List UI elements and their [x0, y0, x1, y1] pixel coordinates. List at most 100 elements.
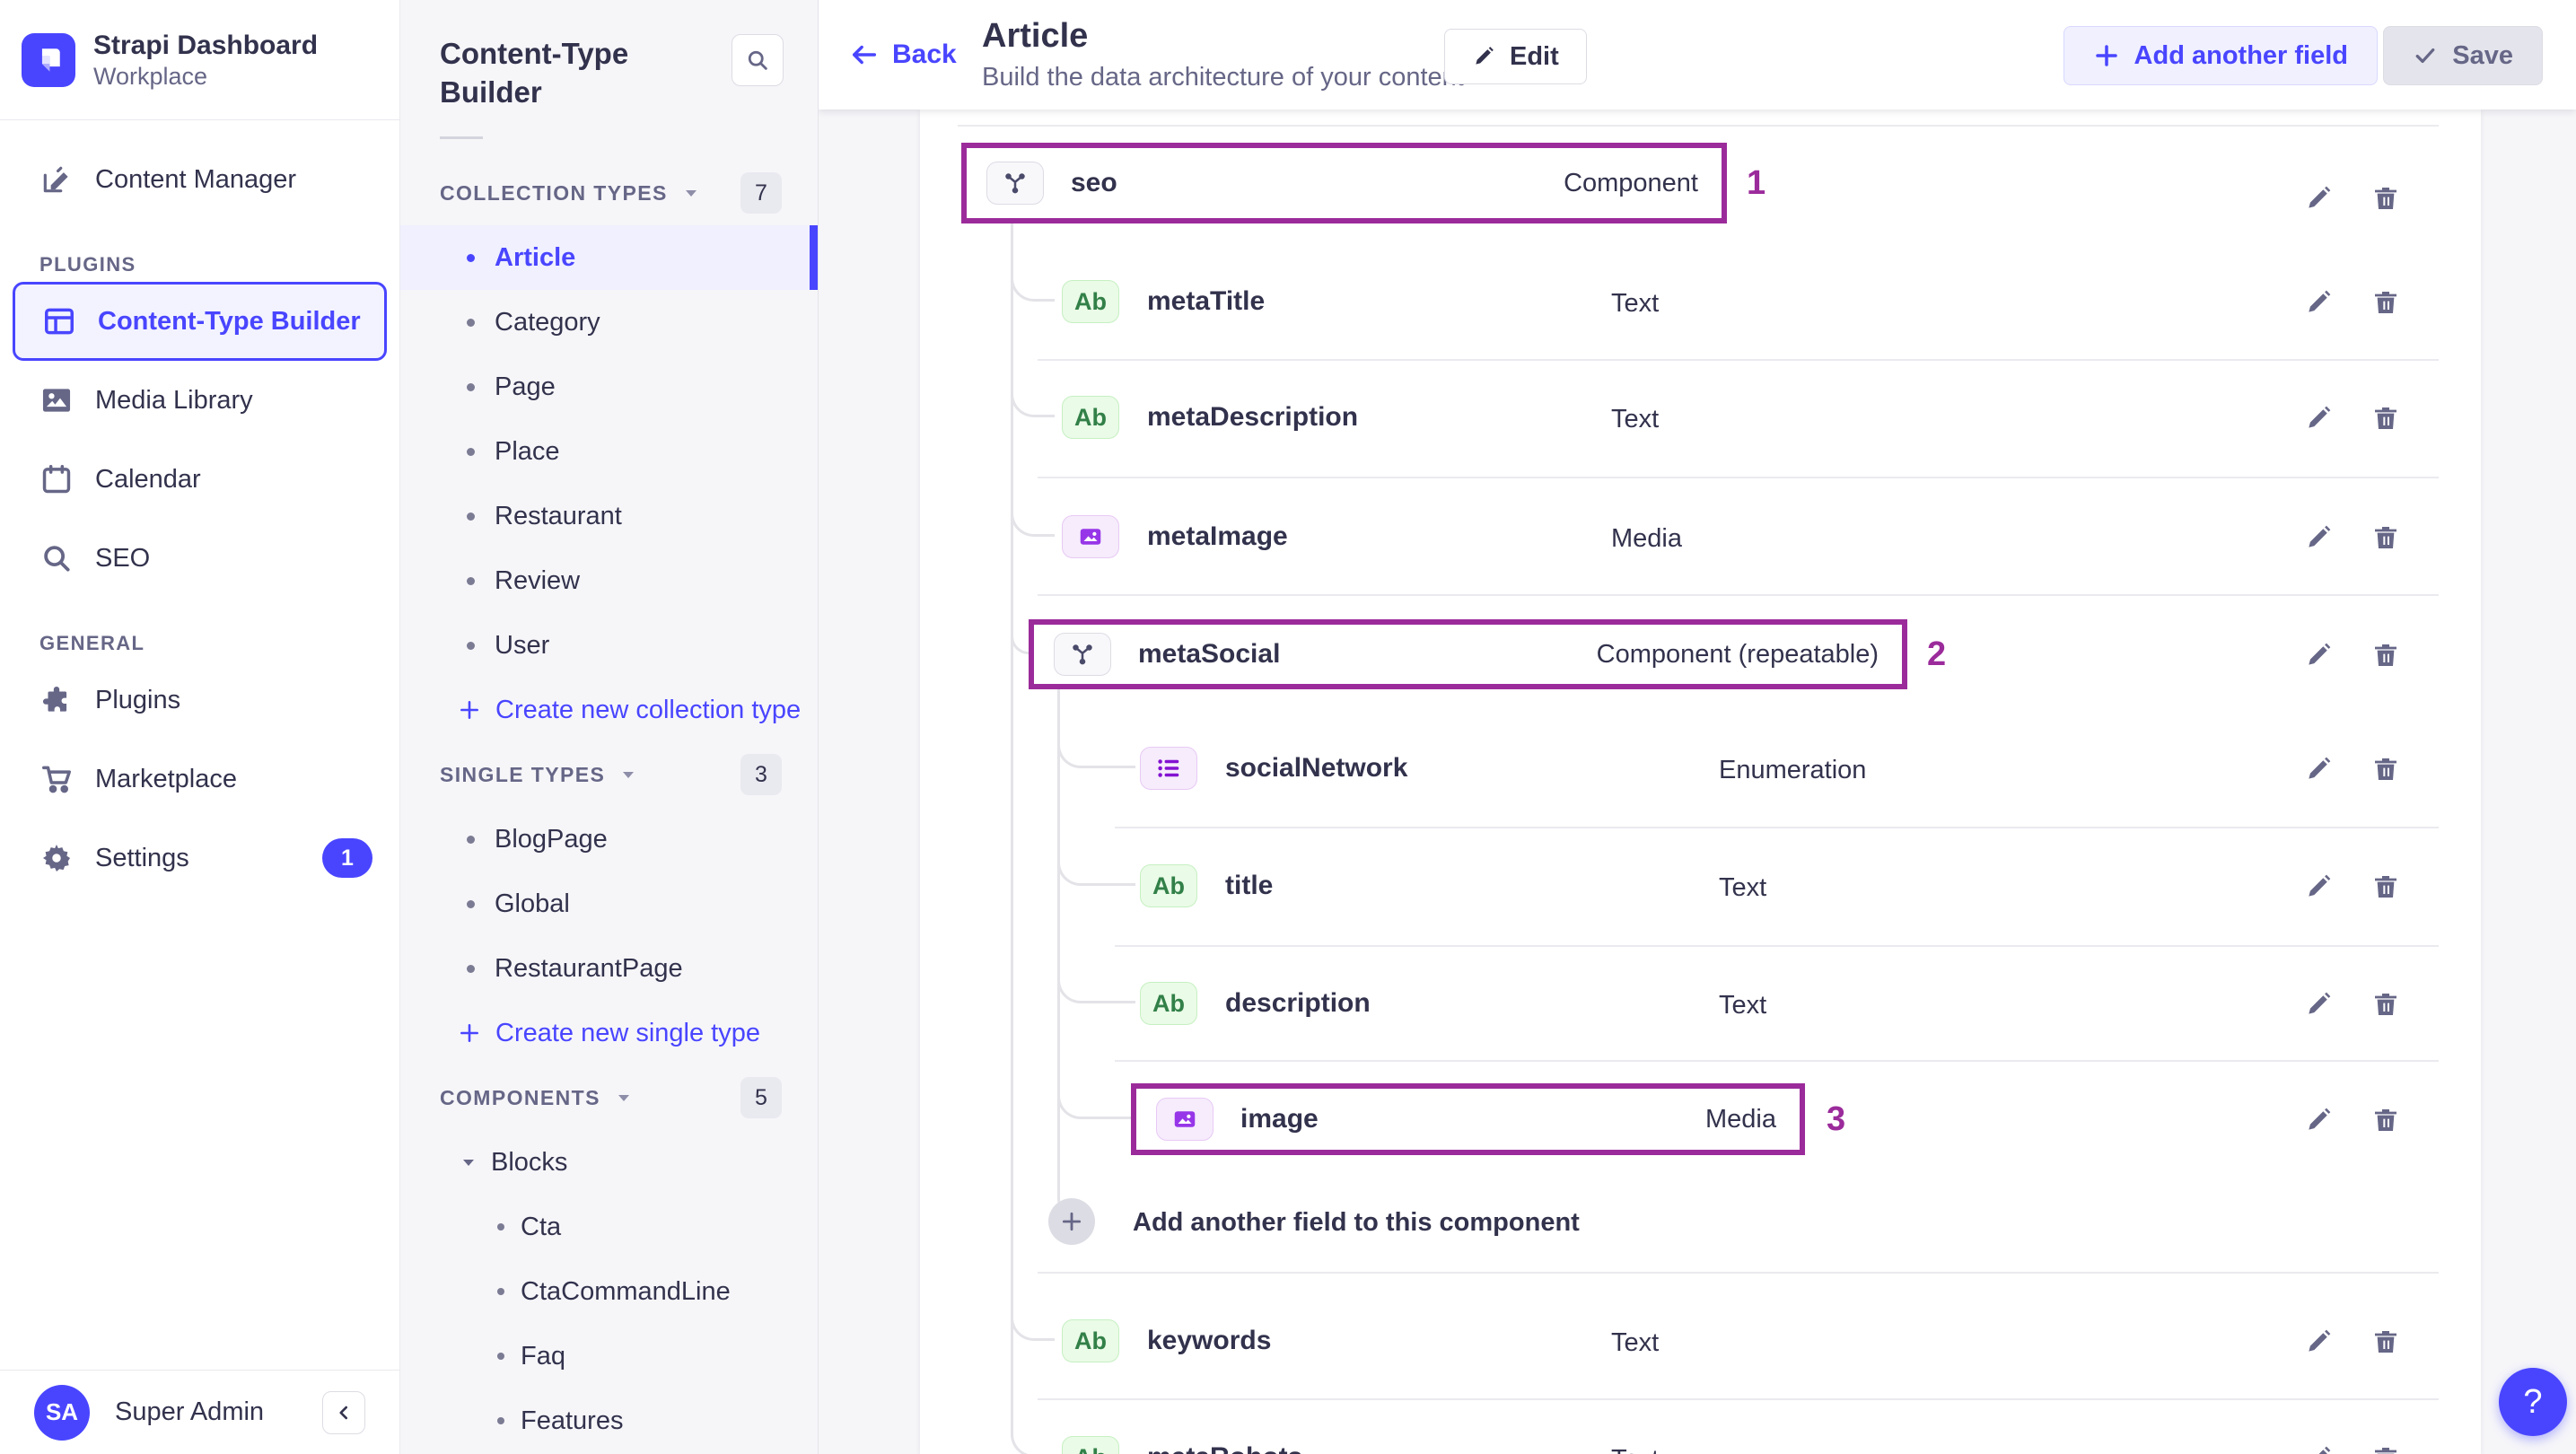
annotation-number: 3 [1827, 1100, 1846, 1138]
subnav-item-ctacommandline[interactable]: CtaCommandLine [400, 1259, 818, 1324]
save-button[interactable]: Save [2383, 26, 2543, 85]
bullet-icon [467, 964, 475, 973]
field-type: Component [1564, 168, 1698, 197]
field-row-socialnetwork: socialNetwork Enumeration [920, 710, 2481, 827]
title-block: Article Build the data architecture of y… [982, 16, 1464, 92]
edit-field-button[interactable] [2300, 180, 2337, 217]
subnav-item-label: Review [495, 565, 581, 595]
edit-field-button[interactable] [2300, 750, 2337, 788]
text-field-icon-label: Ab [1074, 403, 1107, 431]
subnav-item-review[interactable]: Review [400, 548, 818, 613]
field-name: socialNetwork [1225, 753, 1408, 783]
edit-button[interactable]: Edit [1444, 29, 1587, 84]
subnav-item-page[interactable]: Page [400, 355, 818, 419]
field-name: metaSocial [1138, 639, 1281, 669]
ctb-subnav: Content-Type Builder COLLECTION TYPES 7 … [400, 0, 819, 1454]
edit-field-button[interactable] [2300, 284, 2337, 321]
gear-icon [39, 841, 74, 875]
subnav-item-global[interactable]: Global [400, 872, 818, 936]
pencil-icon [2309, 757, 2331, 779]
delete-field-button[interactable] [2367, 868, 2405, 906]
sidebar-item-marketplace[interactable]: Marketplace [13, 740, 387, 819]
subnav-item-place[interactable]: Place [400, 419, 818, 484]
edit-field-button[interactable] [2300, 868, 2337, 906]
delete-field-button[interactable] [2367, 985, 2405, 1023]
page-header: Back Article Build the data architecture… [819, 0, 2576, 109]
workspace-header[interactable]: Strapi Dashboard Workplace [0, 0, 399, 120]
sidebar-item-settings[interactable]: Settings 1 [13, 819, 387, 898]
subnav-item-cta[interactable]: Cta [400, 1195, 818, 1259]
search-icon [748, 50, 767, 70]
delete-field-button[interactable] [2367, 284, 2405, 321]
sidebar-item-content-manager[interactable]: Content Manager [13, 140, 387, 219]
subnav-item-faq[interactable]: Faq [400, 1324, 818, 1388]
caret-down-icon [463, 1160, 474, 1166]
plus-icon [1062, 1212, 1082, 1231]
single-types-header[interactable]: SINGLE TYPES 3 [400, 742, 818, 807]
delete-field-button[interactable] [2367, 1101, 2405, 1139]
field-row-description: Ab description Text [920, 945, 2481, 1062]
subnav-item-restaurant[interactable]: Restaurant [400, 484, 818, 548]
pencil-icon [2309, 186, 2331, 208]
help-button-label: ? [2523, 1382, 2543, 1421]
search-button[interactable] [732, 34, 784, 86]
general-section-label: GENERAL [39, 632, 145, 654]
create-single-type-link[interactable]: Create new single type [400, 1001, 818, 1065]
delete-field-button[interactable] [2367, 180, 2405, 217]
delete-field-button[interactable] [2367, 636, 2405, 674]
component-group-blocks[interactable]: Blocks [400, 1130, 818, 1195]
fields-panel: seo Component 1 Ab metaTitle Text Ab met… [920, 109, 2481, 1454]
collapse-sidebar-button[interactable] [322, 1390, 365, 1434]
trash-icon [2375, 644, 2396, 666]
add-another-field-button[interactable]: Add another field [2063, 26, 2378, 85]
subnav-item-features[interactable]: Features [400, 1388, 818, 1453]
edit-field-button[interactable] [2300, 519, 2337, 556]
subnav-item-user[interactable]: User [400, 613, 818, 678]
text-field-icon-label: Ab [1074, 1327, 1107, 1354]
sidebar-item-label: Marketplace [95, 764, 237, 793]
field-name: description [1225, 988, 1371, 1018]
edit-field-button[interactable] [2300, 1440, 2337, 1454]
sidebar-item-label: Media Library [95, 385, 253, 415]
edit-field-button[interactable] [2300, 1323, 2337, 1361]
back-link[interactable]: Back [840, 0, 966, 109]
plus-circle-icon[interactable] [1048, 1198, 1095, 1245]
edit-field-button[interactable] [2300, 399, 2337, 437]
delete-field-button[interactable] [2367, 1323, 2405, 1361]
components-header[interactable]: COMPONENTS 5 [400, 1065, 818, 1130]
bullet-icon [467, 899, 475, 908]
bullet-icon [467, 835, 475, 844]
pencil-icon [2309, 1108, 2331, 1130]
subnav-item-label: Place [495, 436, 560, 466]
bullet-icon [497, 1353, 504, 1360]
search-icon [39, 541, 74, 575]
subnav-item-restaurantpage[interactable]: RestaurantPage [400, 936, 818, 1001]
sidebar-item-plugins[interactable]: Plugins [13, 661, 387, 740]
edit-field-button[interactable] [2300, 1101, 2337, 1139]
sidebar-item-calendar[interactable]: Calendar [13, 440, 387, 519]
subnav-item-category[interactable]: Category [400, 290, 818, 355]
plus-icon [2095, 45, 2117, 66]
workspace-subtitle: Workplace [93, 62, 208, 90]
avatar[interactable]: SA [34, 1384, 90, 1441]
edit-field-button[interactable] [2300, 985, 2337, 1023]
edit-field-button[interactable] [2300, 636, 2337, 674]
add-field-to-component-row[interactable]: Add another field to this component [920, 1163, 2481, 1280]
delete-field-button[interactable] [2367, 1440, 2405, 1454]
sidebar-item-seo[interactable]: SEO [13, 519, 387, 598]
create-collection-type-link[interactable]: Create new collection type [400, 678, 818, 742]
subnav-item-article[interactable]: Article [400, 225, 818, 290]
delete-field-button[interactable] [2367, 519, 2405, 556]
field-type: Text [1611, 1328, 1660, 1357]
help-button[interactable]: ? [2499, 1368, 2567, 1436]
collection-types-header[interactable]: COLLECTION TYPES 7 [400, 161, 818, 225]
sidebar-item-media-library[interactable]: Media Library [13, 361, 387, 440]
caret-down-icon [685, 190, 697, 197]
plugins-section-label: PLUGINS [39, 253, 136, 276]
sidebar-item-content-type-builder[interactable]: Content-Type Builder [13, 282, 387, 361]
field-type: Component (repeatable) [1596, 639, 1879, 669]
delete-field-button[interactable] [2367, 399, 2405, 437]
user-name: Super Admin [115, 1397, 265, 1426]
delete-field-button[interactable] [2367, 750, 2405, 788]
subnav-item-blogpage[interactable]: BlogPage [400, 807, 818, 872]
